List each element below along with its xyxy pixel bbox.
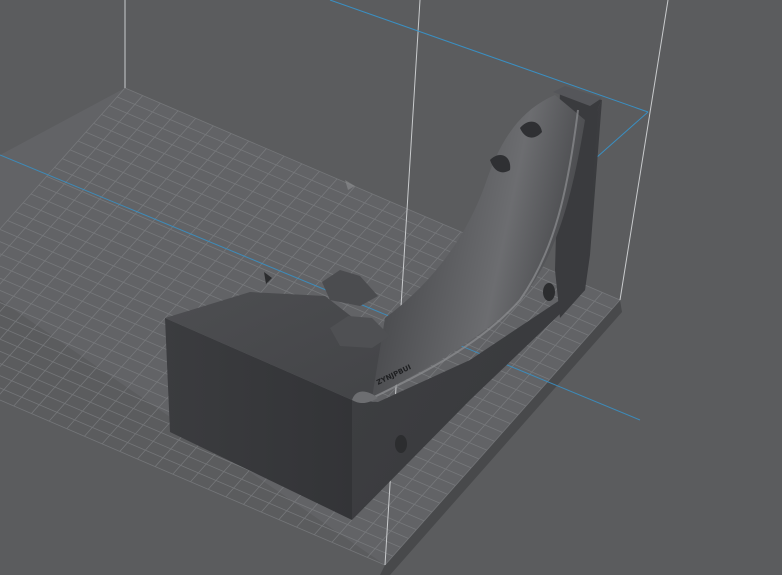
scene: ZYNJPBUI <box>0 0 669 575</box>
volume-edge-back-right <box>619 0 669 301</box>
volume-top-edge-right <box>329 0 649 113</box>
model-mount-hole-lower <box>395 435 407 453</box>
3d-viewport[interactable]: ZYNJPBUI <box>0 0 782 575</box>
model-mount-hole-upper <box>543 283 555 301</box>
